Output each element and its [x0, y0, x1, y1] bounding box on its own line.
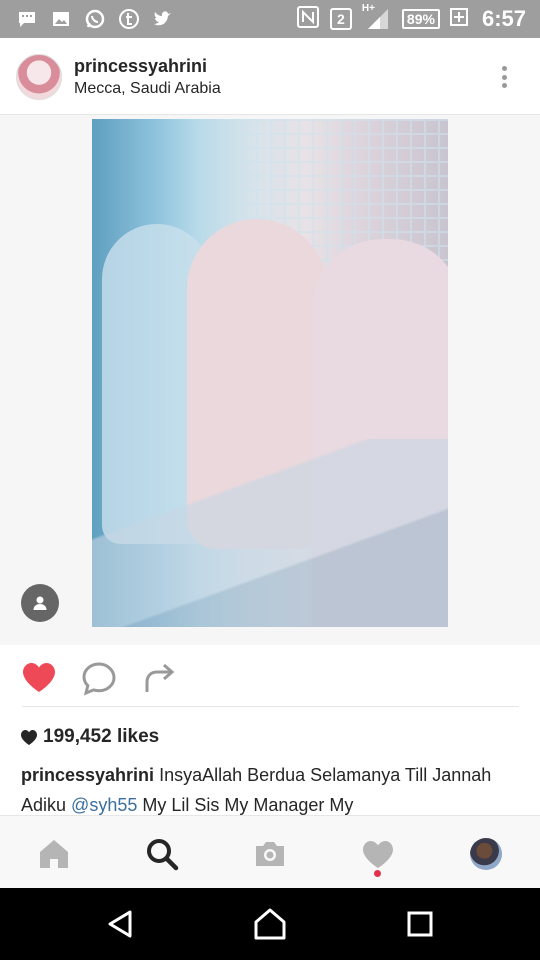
tumblr-icon — [118, 8, 140, 30]
divider — [22, 706, 519, 707]
tab-profile[interactable] — [466, 834, 506, 874]
heart-icon — [21, 729, 37, 745]
status-bar: 2 H+ 89% 6:57 — [0, 0, 540, 38]
tab-camera[interactable] — [250, 834, 290, 874]
post-header: princessyahrini Mecca, Saudi Arabia — [0, 38, 540, 115]
image-icon — [50, 8, 72, 30]
share-button[interactable] — [139, 658, 179, 698]
post-media — [0, 115, 540, 645]
post-username[interactable]: princessyahrini — [74, 56, 207, 77]
charging-icon — [449, 7, 468, 31]
back-button[interactable] — [100, 904, 140, 944]
recents-button[interactable] — [400, 904, 440, 944]
post-actions — [0, 650, 540, 706]
like-button[interactable] — [19, 658, 59, 698]
twitter-icon — [152, 8, 174, 30]
tab-home[interactable] — [34, 834, 74, 874]
profile-avatar — [470, 838, 502, 870]
nfc-icon — [296, 5, 320, 34]
recents-icon — [407, 911, 433, 937]
tagged-people-button[interactable] — [21, 584, 59, 622]
home-button[interactable] — [250, 904, 290, 944]
signal-icon: H+ — [362, 3, 392, 31]
sim-indicator: 2 — [329, 8, 352, 30]
caption-mention[interactable]: @syh55 — [71, 795, 137, 815]
heart-icon — [363, 841, 393, 868]
caption-username[interactable]: princessyahrini — [21, 765, 154, 785]
post-photo[interactable] — [92, 119, 448, 627]
home-icon — [40, 840, 68, 868]
user-avatar[interactable] — [16, 54, 62, 100]
notification-icons — [16, 8, 174, 30]
heart-filled-icon — [23, 663, 55, 692]
dot-icon — [501, 83, 507, 88]
post-caption: princessyahrini InsyaAllah Berdua Selama… — [21, 760, 521, 820]
tab-search[interactable] — [142, 834, 182, 874]
photo-window-sill — [92, 439, 448, 627]
post-location[interactable]: Mecca, Saudi Arabia — [74, 80, 221, 98]
back-icon — [108, 910, 132, 938]
likes-count[interactable]: 199,452 likes — [21, 726, 159, 748]
dot-icon — [501, 66, 507, 71]
home-icon — [254, 908, 286, 940]
battery-level: 89% — [406, 11, 435, 27]
message-icon — [16, 8, 38, 30]
system-navigation-bar — [0, 888, 540, 960]
dot-icon — [501, 74, 507, 80]
bottom-tab-bar — [0, 815, 540, 888]
tab-activity[interactable] — [358, 834, 398, 874]
search-icon — [147, 839, 179, 871]
caption-text-continued: My Lil Sis My Manager My — [142, 795, 354, 815]
activity-notification-dot — [374, 870, 381, 877]
clock: 6:57 — [481, 6, 526, 31]
camera-icon — [256, 842, 284, 866]
comment-icon — [82, 662, 116, 696]
whatsapp-icon — [84, 8, 106, 30]
battery-indicator: 89% — [401, 9, 440, 29]
person-icon — [33, 596, 47, 610]
likes-text: 199,452 likes — [43, 726, 160, 747]
more-options-button[interactable] — [494, 62, 514, 92]
share-arrow-icon — [145, 663, 175, 692]
system-icons: 2 H+ 89% 6:57 — [296, 3, 526, 34]
comment-button[interactable] — [79, 658, 119, 698]
